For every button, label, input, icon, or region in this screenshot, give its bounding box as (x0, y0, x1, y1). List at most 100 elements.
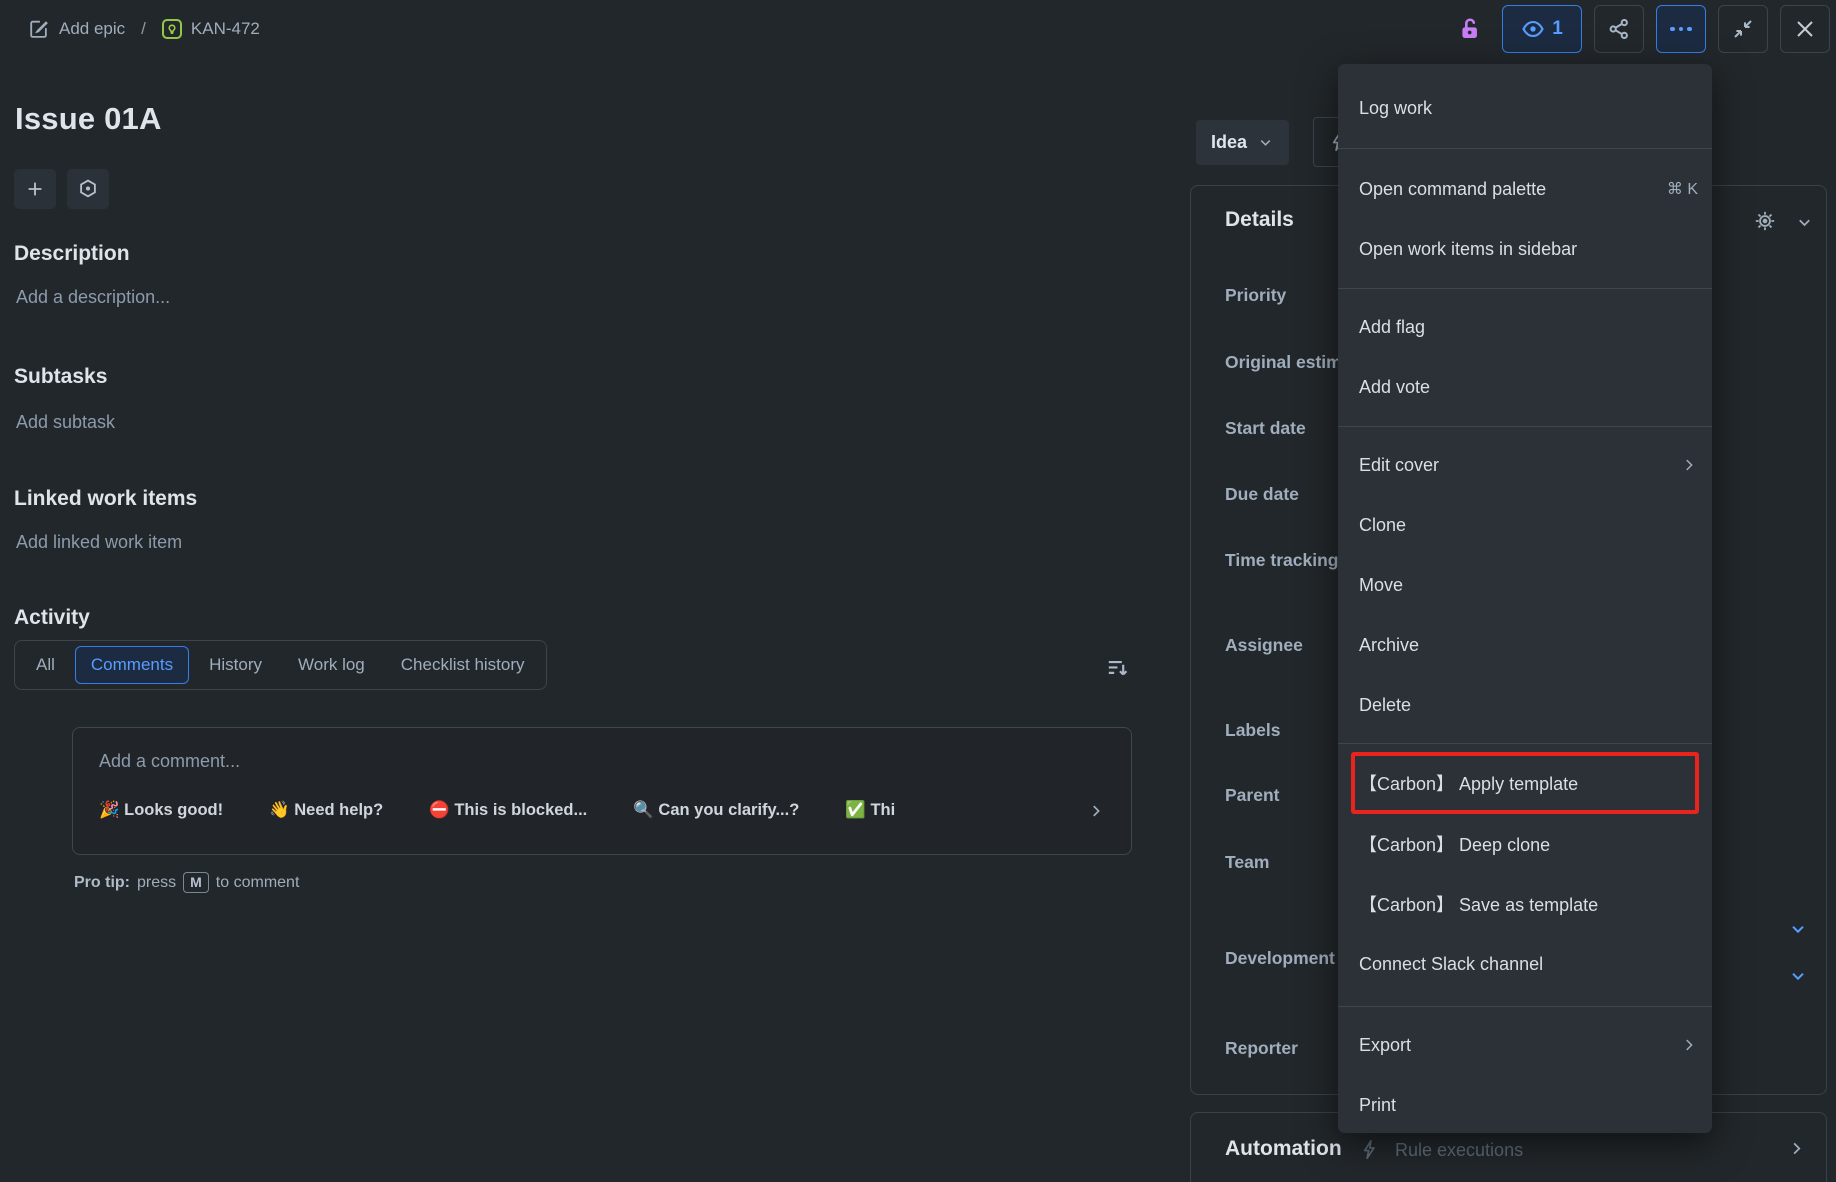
field-priority[interactable]: Priority (1225, 285, 1286, 306)
pro-tip: Pro tip: press M to comment (74, 872, 299, 893)
submenu-chevron-right-icon (1680, 456, 1698, 474)
menu-item-connect-slack-channel[interactable]: Connect Slack channel (1338, 934, 1712, 994)
chip-looks-good[interactable]: 🎉 Looks good! (99, 801, 223, 820)
menu-item-open-work-items-sidebar[interactable]: Open work items in sidebar (1338, 219, 1712, 279)
topbar: Add epic / KAN-472 1 (0, 0, 1836, 58)
activity-heading: Activity (14, 606, 90, 630)
comment-input-placeholder[interactable]: Add a comment... (99, 751, 1105, 772)
tab-history[interactable]: History (193, 646, 278, 684)
chevron-right-icon (1087, 802, 1105, 820)
page-title: Issue 01A (15, 101, 162, 137)
pro-tip-mid: press (137, 874, 176, 892)
watchers-button[interactable]: 1 (1502, 5, 1582, 53)
field-reporter[interactable]: Reporter (1225, 1038, 1298, 1059)
field-due-date[interactable]: Due date (1225, 484, 1299, 505)
status-dropdown[interactable]: Idea (1196, 120, 1289, 165)
comment-box[interactable]: Add a comment... 🎉 Looks good! 👋 Need he… (72, 727, 1132, 855)
apps-button[interactable] (67, 169, 109, 209)
field-parent[interactable]: Parent (1225, 785, 1279, 806)
close-button[interactable] (1780, 5, 1830, 53)
sort-comments-button[interactable] (1098, 650, 1138, 686)
chip-need-help[interactable]: 👋 Need help? (269, 801, 383, 820)
description-placeholder[interactable]: Add a description... (16, 287, 170, 308)
menu-item-delete[interactable]: Delete (1338, 675, 1712, 735)
field-start-date[interactable]: Start date (1225, 418, 1306, 439)
more-actions-button[interactable] (1656, 5, 1706, 53)
menu-item-carbon-save-as-template[interactable]: 【Carbon】 Save as template (1338, 874, 1712, 934)
ellipsis-icon (1670, 27, 1692, 32)
eye-icon (1521, 17, 1545, 41)
menu-item-carbon-apply-template[interactable]: 【Carbon】 Apply template (1351, 752, 1699, 814)
plus-icon (24, 178, 46, 200)
breadcrumb-divider: / (137, 19, 150, 39)
tab-comments[interactable]: Comments (75, 646, 189, 684)
add-epic-button[interactable]: Add epic (28, 18, 125, 40)
menu-item-add-flag[interactable]: Add flag (1338, 297, 1712, 357)
menu-item-clone[interactable]: Clone (1338, 495, 1712, 555)
pro-tip-lead: Pro tip: (74, 874, 130, 892)
add-button[interactable] (14, 169, 56, 209)
menu-item-open-command-palette[interactable]: Open command palette ⌘ K (1338, 159, 1712, 219)
menu-item-archive[interactable]: Archive (1338, 615, 1712, 675)
unlock-icon[interactable] (1450, 6, 1490, 52)
chips-more-button[interactable] (1087, 802, 1105, 820)
sort-descending-icon (1105, 655, 1131, 681)
keycap-m: M (183, 872, 209, 893)
tab-work-log[interactable]: Work log (282, 646, 381, 684)
chip-this-truncated[interactable]: ✅ Thi (845, 801, 895, 820)
issue-key-link[interactable]: KAN-472 (162, 19, 260, 39)
submenu-chevron-right-icon (1680, 1036, 1698, 1054)
menu-item-export[interactable]: Export (1338, 1015, 1712, 1075)
rule-executions-link[interactable]: Rule executions (1359, 1139, 1523, 1161)
subtasks-heading: Subtasks (14, 365, 107, 389)
automation-chevron-right-icon[interactable] (1787, 1139, 1806, 1158)
chip-blocked[interactable]: ⛔ This is blocked... (429, 801, 587, 820)
edit-icon (28, 18, 50, 40)
chevron-down-icon (1257, 134, 1274, 151)
collapse-icon (1731, 17, 1755, 41)
add-linked-item-action[interactable]: Add linked work item (16, 532, 182, 553)
issue-view: Add epic / KAN-472 1 (0, 0, 1836, 1182)
menu-item-move[interactable]: Move (1338, 555, 1712, 615)
description-heading: Description (14, 242, 130, 266)
breadcrumb: Add epic / KAN-472 (28, 18, 260, 40)
development-expand-chevron-icon-2[interactable] (1788, 966, 1808, 986)
menu-item-print[interactable]: Print (1338, 1075, 1712, 1133)
collapse-button[interactable] (1718, 5, 1768, 53)
more-actions-menu: Log work Open command palette ⌘ K Open w… (1338, 64, 1712, 1133)
share-button[interactable] (1594, 5, 1644, 53)
close-icon (1793, 17, 1817, 41)
issue-key-label: KAN-472 (191, 19, 260, 39)
apps-hexagon-icon (77, 178, 99, 200)
add-subtask-action[interactable]: Add subtask (16, 412, 115, 433)
activity-tabs: All Comments History Work log Checklist … (14, 640, 547, 690)
share-icon (1607, 17, 1631, 41)
field-labels[interactable]: Labels (1225, 720, 1280, 741)
gear-icon[interactable] (1754, 210, 1776, 232)
details-collapse-chevron-icon[interactable] (1795, 213, 1814, 232)
menu-item-log-work[interactable]: Log work (1338, 78, 1712, 138)
lightning-icon-dim (1359, 1139, 1381, 1161)
field-time-tracking[interactable]: Time tracking (1225, 550, 1338, 571)
menu-item-carbon-deep-clone[interactable]: 【Carbon】 Deep clone (1338, 814, 1712, 874)
field-development[interactable]: Development (1225, 948, 1335, 969)
quick-add-row (14, 169, 109, 209)
topbar-actions: 1 (1450, 5, 1830, 53)
menu-item-add-vote[interactable]: Add vote (1338, 357, 1712, 417)
chip-clarify[interactable]: 🔍 Can you clarify...? (633, 801, 799, 820)
idea-type-icon (162, 19, 182, 39)
status-label: Idea (1211, 132, 1247, 153)
details-title: Details (1225, 208, 1294, 232)
development-expand-chevron-icon[interactable] (1788, 919, 1808, 939)
linked-items-heading: Linked work items (14, 487, 197, 511)
automation-title: Automation (1225, 1137, 1342, 1161)
menu-item-edit-cover[interactable]: Edit cover (1338, 435, 1712, 495)
field-assignee[interactable]: Assignee (1225, 635, 1303, 656)
add-epic-label: Add epic (59, 19, 125, 39)
watchers-count: 1 (1552, 18, 1563, 40)
tab-all[interactable]: All (20, 646, 71, 684)
field-team[interactable]: Team (1225, 852, 1269, 873)
quick-reply-chips: 🎉 Looks good! 👋 Need help? ⛔ This is blo… (99, 801, 1105, 820)
rule-executions-label: Rule executions (1395, 1140, 1523, 1161)
tab-checklist-history[interactable]: Checklist history (385, 646, 541, 684)
